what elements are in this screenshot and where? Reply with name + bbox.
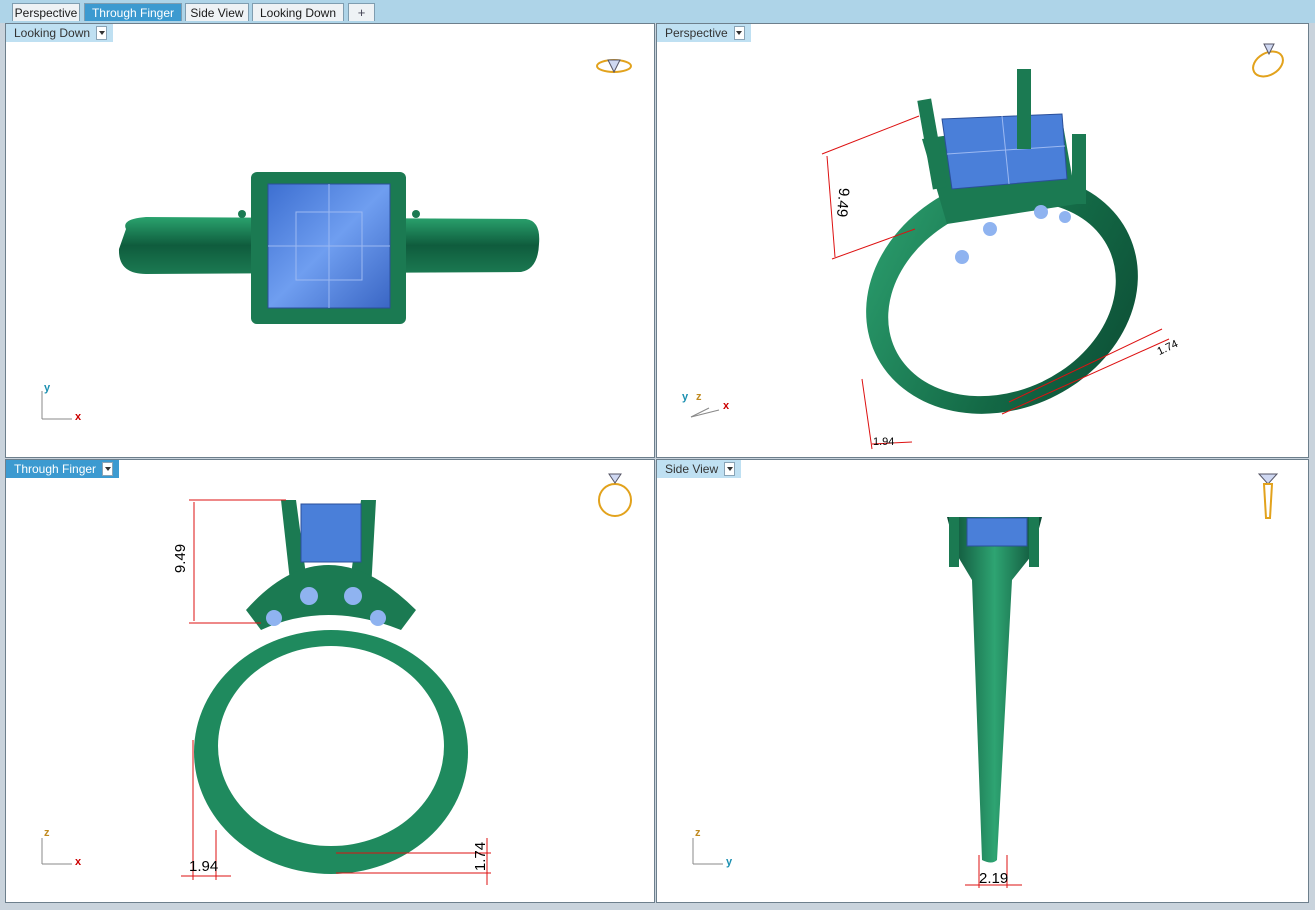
viewport-title: Side View (665, 462, 719, 476)
viewport-label-through-finger[interactable]: Through Finger (6, 460, 120, 478)
axis-z-label: z (695, 827, 701, 839)
tab-looking-down[interactable]: Looking Down (252, 3, 344, 21)
viewport-side-view[interactable]: Side View 2.19 z y (656, 459, 1309, 903)
axis-indicator (690, 407, 720, 418)
axis-y-label: y (44, 382, 51, 394)
viewport-menu-dropdown[interactable] (96, 26, 108, 40)
viewport-looking-down[interactable]: Looking Down y x (5, 23, 655, 458)
axis-z-label: z (44, 827, 50, 839)
ring-side-view (947, 517, 1042, 888)
viewport-through-finger[interactable]: Through Finger 9.49 1.94 1.74 z x (5, 459, 655, 903)
viewport-tab-bar: Perspective Through Finger Side View Loo… (0, 0, 1315, 23)
viewport-label-side-view[interactable]: Side View (657, 460, 742, 478)
viewport-label-looking-down[interactable]: Looking Down (6, 24, 114, 42)
ring-perspective-view (821, 69, 1170, 450)
ring-orientation-icon (598, 473, 632, 517)
axis-y-label: y (726, 856, 733, 868)
dimension-band-height: 1.74 (472, 841, 490, 872)
dimension-band-width: 1.94 (873, 436, 895, 448)
ring-top-view (118, 172, 540, 324)
viewport-label-perspective[interactable]: Perspective (657, 24, 751, 42)
add-tab-button[interactable]: + (348, 3, 375, 21)
ring-orientation-icon (1257, 473, 1279, 519)
viewport-menu-dropdown[interactable] (733, 26, 745, 40)
axis-x-label: x (723, 400, 730, 412)
dimension-band-width: 2.19 (979, 870, 1009, 887)
tab-through-finger[interactable]: Through Finger (84, 3, 182, 21)
status-strip (0, 903, 1315, 910)
axis-z-label: z (696, 391, 702, 403)
viewport-menu-dropdown[interactable] (724, 462, 736, 476)
tab-perspective[interactable]: Perspective (12, 3, 80, 21)
viewport-title: Looking Down (14, 26, 91, 40)
ring-orientation-icon (1252, 43, 1284, 78)
viewport-menu-dropdown[interactable] (102, 462, 114, 476)
dimension-height: 9.49 (832, 187, 853, 218)
viewport-perspective[interactable]: Perspective 9.49 1.74 1.94 y z x (656, 23, 1309, 458)
ring-front-view (181, 499, 491, 885)
tab-side-view[interactable]: Side View (185, 3, 249, 21)
dimension-band-width: 1.94 (189, 858, 219, 875)
axis-x-label: x (75, 411, 82, 423)
axis-x-label: x (75, 856, 82, 868)
ring-orientation-icon (596, 59, 632, 74)
axis-y-label: y (682, 391, 689, 403)
viewport-title: Perspective (665, 26, 728, 40)
viewport-title: Through Finger (14, 462, 97, 476)
dimension-height: 9.49 (172, 543, 190, 574)
